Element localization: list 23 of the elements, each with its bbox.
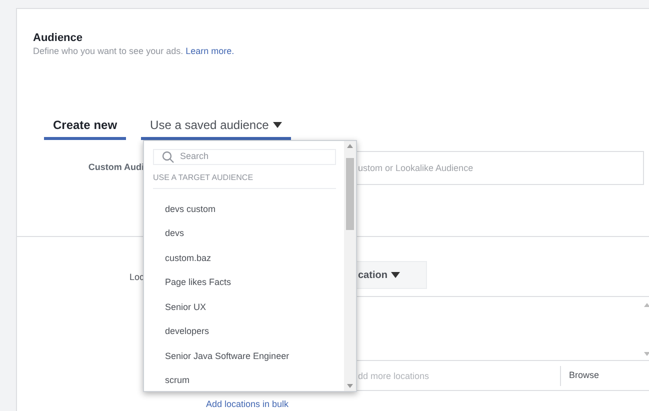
field-label: Custom Audi xyxy=(87,161,144,174)
scroll-thumb[interactable] xyxy=(346,158,354,230)
scroll-down-icon xyxy=(347,384,353,388)
audience-option[interactable]: developers xyxy=(165,325,336,350)
learn-more-link[interactable]: Learn more. xyxy=(186,46,234,56)
browse-button[interactable]: Browse xyxy=(560,366,607,386)
scroll-up-icon xyxy=(347,144,353,148)
field-label: Loc xyxy=(129,271,144,284)
section-description: Define who you want to see your ads. Learn more. xyxy=(33,45,236,58)
caret-icon xyxy=(272,122,282,128)
search-input[interactable]: Search xyxy=(180,150,335,164)
scrollbar[interactable] xyxy=(344,141,356,391)
scrollbar-arrows-icon xyxy=(644,303,649,356)
tab[interactable]: Create new xyxy=(44,112,126,140)
add-locations-bulk-link[interactable]: Add locations in bulk xyxy=(206,398,649,411)
audience-option[interactable]: devs custom xyxy=(165,202,336,227)
caret-icon xyxy=(391,272,400,278)
section-title: Audience xyxy=(33,31,84,45)
list-header: USE A TARGET AUDIENCE xyxy=(153,172,336,188)
audience-option[interactable]: devs xyxy=(165,227,336,252)
audience-option[interactable]: Senior UX xyxy=(165,300,336,325)
search-icon xyxy=(162,150,174,163)
search-field[interactable]: Search xyxy=(153,149,336,164)
